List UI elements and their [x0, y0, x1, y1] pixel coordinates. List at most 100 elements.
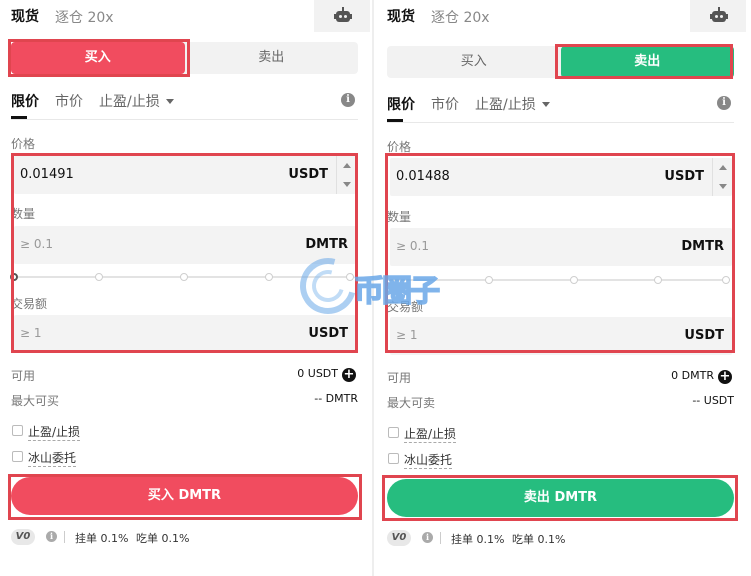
total-placeholder: ≥ 1: [20, 326, 42, 340]
tab-buy[interactable]: 买入: [387, 46, 561, 78]
price-label: 价格: [387, 140, 412, 154]
maker-fee: 挂单 0.1%: [75, 532, 129, 545]
tab-tpsl[interactable]: 止盈/止损: [475, 94, 550, 114]
tab-tpsl-label: 止盈/止损: [475, 97, 536, 113]
buy-sell-toggle: 买入 卖出: [387, 46, 734, 78]
amount-label: 数量: [11, 207, 36, 221]
total-input[interactable]: ≥ 1 USDT: [390, 317, 732, 355]
amount-placeholder: ≥ 0.1: [20, 237, 53, 251]
robot-icon: [710, 7, 728, 23]
stepper-down-icon[interactable]: [719, 184, 727, 189]
amount-unit: DMTR: [681, 239, 724, 254]
caret-down-icon: [541, 102, 550, 107]
vip-level-badge[interactable]: V0: [387, 530, 411, 546]
tab-tpsl[interactable]: 止盈/止损: [99, 91, 174, 111]
amount-unit: DMTR: [305, 237, 348, 252]
max-buy-value: -- DMTR: [314, 392, 358, 405]
price-input[interactable]: 0.01491 USDT: [14, 156, 356, 194]
amount-placeholder: ≥ 0.1: [396, 239, 429, 253]
price-stepper[interactable]: [712, 158, 732, 196]
sell-submit-button[interactable]: 卖出 DMTR: [387, 479, 734, 517]
bot-button[interactable]: [314, 0, 370, 32]
slider-node-50[interactable]: [180, 273, 188, 281]
slider-node-25[interactable]: [485, 276, 493, 284]
total-label: 交易额: [11, 297, 48, 311]
total-input[interactable]: ≥ 1 USDT: [14, 315, 356, 353]
info-icon[interactable]: i: [717, 96, 731, 110]
tab-isolated-margin[interactable]: 逐仓 20x: [55, 7, 114, 27]
maker-fee: 挂单 0.1%: [451, 533, 505, 546]
tab-sell[interactable]: 卖出: [185, 42, 359, 74]
stepper-down-icon[interactable]: [343, 182, 351, 187]
tab-isolated-margin[interactable]: 逐仓 20x: [431, 7, 490, 27]
tab-buy[interactable]: 买入: [11, 42, 185, 74]
tpsl-checkbox[interactable]: [12, 425, 23, 436]
slider-node-100[interactable]: [722, 276, 730, 284]
tab-market[interactable]: 市价: [55, 91, 83, 111]
watermark-logo: 币圈子: [289, 247, 460, 325]
max-sell-value: -- USDT: [692, 394, 734, 407]
info-icon[interactable]: i: [341, 93, 355, 107]
max-buy-label: 最大可买: [11, 394, 60, 408]
add-funds-icon[interactable]: +: [342, 368, 356, 382]
robot-icon: [334, 7, 352, 23]
order-type-tabs: 限价 市价 止盈/止损 i: [387, 94, 737, 122]
iceberg-checkbox-label: 冰山委托: [404, 453, 453, 469]
price-unit: USDT: [664, 169, 704, 184]
order-type-tabs: 限价 市价 止盈/止损 i: [11, 91, 361, 119]
tab-limit[interactable]: 限价: [387, 94, 415, 122]
divider: [11, 119, 358, 120]
tab-spot[interactable]: 现货: [11, 6, 39, 26]
price-label: 价格: [11, 137, 36, 151]
slider-node-75[interactable]: [265, 273, 273, 281]
stepper-up-icon[interactable]: [343, 163, 351, 168]
fee-info-icon[interactable]: i: [46, 531, 57, 542]
iceberg-checkbox[interactable]: [12, 451, 23, 462]
taker-fee: 吃单 0.1%: [136, 532, 190, 545]
available-row: 可用 0 USDT +: [11, 367, 358, 385]
slider-node-75[interactable]: [654, 276, 662, 284]
available-value: 0 DMTR: [671, 369, 714, 382]
divider: [387, 122, 734, 123]
watermark-text: 币圈子: [353, 273, 441, 310]
slider-handle[interactable]: [10, 273, 18, 281]
stepper-up-icon[interactable]: [719, 165, 727, 170]
market-header: 现货 逐仓 20x: [0, 0, 370, 32]
vip-level-badge[interactable]: V0: [11, 529, 35, 545]
price-input[interactable]: 0.01488 USDT: [390, 158, 732, 196]
available-row: 可用 0 DMTR +: [387, 369, 734, 387]
max-buy-row: 最大可买 -- DMTR: [11, 392, 358, 410]
buy-submit-button[interactable]: 买入 DMTR: [11, 477, 358, 515]
price-value: 0.01488: [396, 169, 450, 184]
tab-spot[interactable]: 现货: [387, 6, 415, 26]
total-placeholder: ≥ 1: [396, 328, 418, 342]
tab-sell[interactable]: 卖出: [560, 46, 734, 78]
buy-sell-toggle: 买入 卖出: [11, 42, 358, 74]
amount-label: 数量: [387, 210, 412, 224]
price-stepper[interactable]: [336, 156, 356, 194]
iceberg-checkbox[interactable]: [388, 453, 399, 464]
fee-separator: [64, 531, 65, 543]
price-unit: USDT: [288, 167, 328, 182]
max-sell-row: 最大可卖 -- USDT: [387, 394, 734, 412]
available-label: 可用: [387, 371, 412, 385]
price-value: 0.01491: [20, 167, 74, 182]
tab-market[interactable]: 市价: [431, 94, 459, 114]
add-funds-icon[interactable]: +: [718, 370, 732, 384]
bot-button[interactable]: [690, 0, 746, 32]
max-sell-label: 最大可卖: [387, 396, 436, 410]
tpsl-checkbox-label: 止盈/止损: [404, 427, 457, 443]
total-unit: USDT: [308, 326, 348, 341]
caret-down-icon: [165, 99, 174, 104]
slider-node-50[interactable]: [570, 276, 578, 284]
available-value: 0 USDT: [297, 367, 338, 380]
tab-tpsl-label: 止盈/止损: [99, 94, 160, 110]
slider-node-25[interactable]: [95, 273, 103, 281]
iceberg-checkbox-label: 冰山委托: [28, 451, 77, 467]
tab-limit[interactable]: 限价: [11, 91, 39, 119]
market-header: 现货 逐仓 20x: [376, 0, 746, 32]
fee-info-icon[interactable]: i: [422, 532, 433, 543]
tpsl-checkbox[interactable]: [388, 427, 399, 438]
fee-separator: [440, 532, 441, 544]
total-unit: USDT: [684, 328, 724, 343]
